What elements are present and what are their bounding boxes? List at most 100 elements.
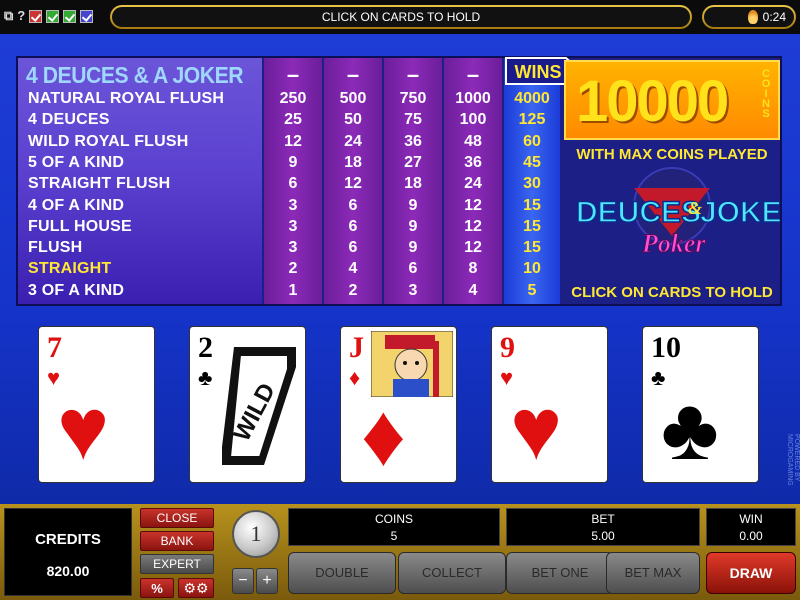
paytable-hand-name: STRAIGHT: [28, 260, 112, 277]
option-checkbox-red[interactable]: [29, 9, 43, 23]
logo-joker: JOKER: [700, 196, 780, 229]
bet-one-button[interactable]: BET ONE: [506, 552, 614, 594]
heart-icon: ♥: [57, 379, 110, 478]
heart-icon: ♥: [510, 379, 563, 478]
bet-max-button[interactable]: BET MAX: [606, 552, 700, 594]
paytable-hands-column: 4 DEUCES & A JOKER NATURAL ROYAL FLUSH 4 …: [18, 58, 262, 304]
logo-deuces: DEUCES: [576, 196, 701, 229]
paytable-column-1-coin[interactable]: – 250 25 12 9 6 3 3 3 2 1: [264, 58, 322, 304]
option-checkbox-green[interactable]: [46, 9, 60, 23]
win-display: WIN 0.00: [706, 508, 796, 546]
clock-time: 0:24: [762, 10, 786, 24]
paytable-payout-cell: 3: [288, 218, 298, 235]
jackpot-coins-label: COINS: [760, 68, 772, 118]
powered-by-watermark: POWERED BY MICROGAMING: [786, 434, 800, 486]
paytable-payout-cell: 3: [408, 282, 418, 299]
column-dash: –: [346, 62, 360, 87]
paytable-payout-cell: 100: [459, 111, 487, 128]
paytable-column-3-coins[interactable]: – 750 75 36 27 18 9 9 9 6 3: [384, 58, 442, 304]
diamond-icon: ♦: [349, 365, 361, 390]
option-checkbox-blue[interactable]: [80, 9, 94, 23]
paytable-column-2-coins[interactable]: – 500 50 24 18 12 6 6 6 4 2: [324, 58, 382, 304]
control-panel: CREDITS 820.00 CLOSE BANK EXPERT % ⚙⚙ 1 …: [0, 504, 800, 600]
coins-display: COINS 5: [288, 508, 500, 546]
game-area: 4 DEUCES & A JOKER NATURAL ROYAL FLUSH 4 …: [0, 34, 800, 504]
card-3-jack-of-diamonds[interactable]: J ♦ ♦: [340, 326, 457, 483]
paytable-win-cell: 45: [523, 154, 541, 171]
paytable-hand-name: STRAIGHT FLUSH: [28, 175, 171, 192]
paytable-hand-name: 4 OF A KIND: [28, 197, 125, 214]
paytable-payout-cell: 50: [344, 111, 362, 128]
paytable-payout-cell: 6: [348, 239, 358, 256]
draw-button[interactable]: DRAW: [706, 552, 796, 594]
collect-button[interactable]: COLLECT: [398, 552, 506, 594]
paytable-hand-name: 3 OF A KIND: [28, 282, 125, 299]
paytable-payout-cell: 18: [344, 154, 362, 171]
deuces-joker-logo: DEUCES & JOKER Poker: [575, 167, 780, 259]
paytable-payout-cell: 2: [348, 282, 358, 299]
jackpot-value: 10000: [576, 69, 729, 134]
win-label: WIN: [739, 512, 763, 526]
wild-banner: WILD: [222, 347, 296, 465]
card-rank: 7: [47, 331, 62, 364]
close-button[interactable]: CLOSE: [140, 508, 214, 528]
paytable-payout-cell: 12: [464, 197, 482, 214]
gear-icon[interactable]: ⚙⚙: [178, 578, 214, 598]
win-value: 0.00: [739, 529, 763, 543]
card-rank: 9: [500, 331, 515, 364]
card-2-two-of-clubs-wild[interactable]: 2 ♣ WILD: [189, 326, 306, 483]
paytable-payout-cell: 48: [464, 133, 482, 150]
paytable-payout-cell: 3: [288, 239, 298, 256]
bet-label: BET: [591, 512, 615, 526]
paytable-payout-cell: 9: [408, 197, 418, 214]
double-button[interactable]: DOUBLE: [288, 552, 396, 594]
paytable-column-4-coins[interactable]: – 1000 100 48 36 24 12 12 12 8 4: [444, 58, 502, 304]
paytable-win-cell: 60: [523, 133, 541, 150]
column-dash: –: [286, 62, 300, 87]
paytable-payout-cell: 75: [404, 111, 422, 128]
card-1-seven-of-hearts[interactable]: 7 ♥ ♥: [38, 326, 155, 483]
paytable-hand-name: 5 OF A KIND: [28, 154, 125, 171]
paytable-win-cell: 125: [518, 111, 546, 128]
clock-box: 0:24: [702, 5, 796, 29]
coin-increase-button[interactable]: +: [256, 568, 278, 594]
option-checkbox-green-2[interactable]: [63, 9, 77, 23]
game-variant-title: 4 DEUCES & A JOKER: [26, 62, 244, 88]
paytable-payout-cell: 9: [288, 154, 298, 171]
bet-display: BET 5.00: [506, 508, 700, 546]
paytable-payout-cell: 6: [348, 197, 358, 214]
paytable-payout-cell: 36: [404, 133, 422, 150]
card-4-nine-of-hearts[interactable]: 9 ♥ ♥: [491, 326, 608, 483]
paytable-win-cell: 15: [523, 239, 541, 256]
paytable-win-cell: 15: [523, 218, 541, 235]
paytable-payout-cell: 4: [468, 282, 478, 299]
logo-poker: Poker: [641, 229, 706, 258]
paytable-payout-cell: 4: [348, 260, 358, 277]
card-5-ten-of-clubs[interactable]: 10 ♣ ♣: [642, 326, 759, 483]
paytable-payout-cell: 500: [339, 90, 367, 107]
hold-instruction: CLICK ON CARDS TO HOLD: [571, 284, 773, 301]
paytable-payout-cell: 24: [344, 133, 362, 150]
paytable-wins-column: 4000 125 60 45 30 15 15 15 10 5: [504, 58, 560, 304]
paytable-payout-cell: 12: [344, 175, 362, 192]
message-text: CLICK ON CARDS TO HOLD: [112, 7, 690, 27]
paytable-payout-cell: 25: [284, 111, 302, 128]
paytable-win-cell: 15: [523, 197, 541, 214]
expert-button[interactable]: EXPERT: [140, 554, 214, 574]
max-coins-note: WITH MAX COINS PLAYED: [576, 146, 768, 163]
paytable-payout-cell: 1: [288, 282, 298, 299]
credits-value: 820.00: [46, 563, 90, 579]
help-icon[interactable]: ?: [17, 8, 25, 24]
coins-value: 5: [390, 529, 398, 543]
paytable-win-cell: 5: [527, 282, 537, 299]
coin-value-chip[interactable]: 1: [232, 510, 280, 558]
percent-button[interactable]: %: [140, 578, 174, 598]
message-bar: CLICK ON CARDS TO HOLD: [110, 5, 692, 29]
paytable-win-cell: 10: [523, 260, 541, 277]
bank-button[interactable]: BANK: [140, 531, 214, 551]
paytable-hand-name: WILD ROYAL FLUSH: [28, 133, 189, 150]
coin-decrease-button[interactable]: −: [232, 568, 254, 594]
paytable-payout-cell: 12: [464, 239, 482, 256]
paytable-payout-cell: 9: [408, 239, 418, 256]
window-icon[interactable]: ⧉: [4, 8, 13, 24]
